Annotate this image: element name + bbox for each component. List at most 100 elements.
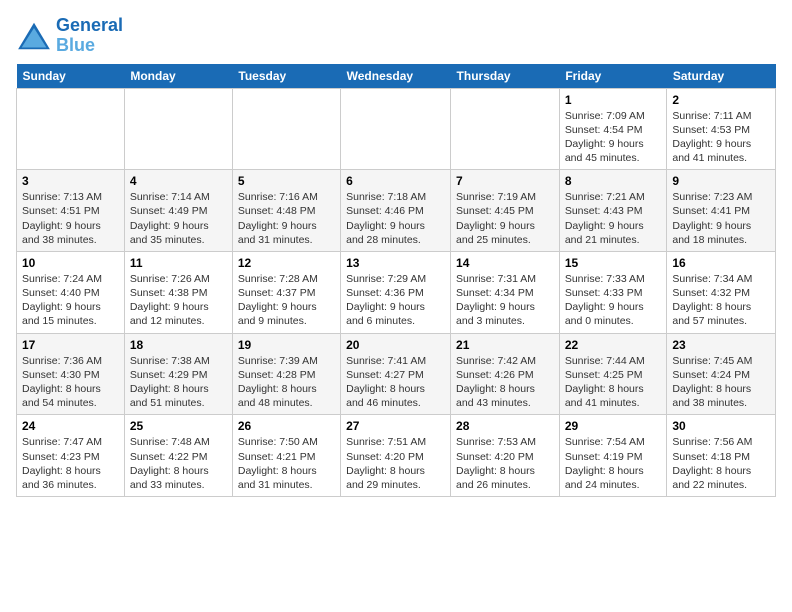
calendar-week-row: 3 Sunrise: 7:13 AM Sunset: 4:51 PM Daylig…: [17, 170, 776, 252]
calendar-cell: 30 Sunrise: 7:56 AM Sunset: 4:18 PM Dayli…: [667, 415, 776, 497]
day-header-tuesday: Tuesday: [232, 64, 340, 89]
day-number: 18: [130, 338, 227, 352]
day-number: 16: [672, 256, 770, 270]
calendar-cell: [124, 88, 232, 170]
calendar-cell: 25 Sunrise: 7:48 AM Sunset: 4:22 PM Dayli…: [124, 415, 232, 497]
day-number: 24: [22, 419, 119, 433]
calendar-cell: 16 Sunrise: 7:34 AM Sunset: 4:32 PM Dayli…: [667, 251, 776, 333]
calendar-cell: 5 Sunrise: 7:16 AM Sunset: 4:48 PM Daylig…: [232, 170, 340, 252]
day-detail: Sunrise: 7:44 AM Sunset: 4:25 PM Dayligh…: [565, 354, 662, 411]
day-number: 13: [346, 256, 445, 270]
calendar-cell: 15Sunrise: 7:33 AM Sunset: 4:33 PM Dayli…: [559, 251, 667, 333]
day-header-saturday: Saturday: [667, 64, 776, 89]
calendar-cell: 23Sunrise: 7:45 AM Sunset: 4:24 PM Dayli…: [667, 333, 776, 415]
day-detail: Sunrise: 7:42 AM Sunset: 4:26 PM Dayligh…: [456, 354, 554, 411]
day-detail: Sunrise: 7:16 AM Sunset: 4:48 PM Dayligh…: [238, 190, 335, 247]
day-detail: Sunrise: 7:29 AM Sunset: 4:36 PM Dayligh…: [346, 272, 445, 329]
day-detail: Sunrise: 7:14 AM Sunset: 4:49 PM Dayligh…: [130, 190, 227, 247]
day-number: 19: [238, 338, 335, 352]
calendar-cell: [451, 88, 560, 170]
day-number: 10: [22, 256, 119, 270]
day-number: 20: [346, 338, 445, 352]
day-number: 5: [238, 174, 335, 188]
day-header-sunday: Sunday: [17, 64, 125, 89]
logo-icon: [16, 21, 52, 51]
day-detail: Sunrise: 7:23 AM Sunset: 4:41 PM Dayligh…: [672, 190, 770, 247]
calendar-cell: 27Sunrise: 7:51 AM Sunset: 4:20 PM Dayli…: [341, 415, 451, 497]
day-detail: Sunrise: 7:56 AM Sunset: 4:18 PM Dayligh…: [672, 435, 770, 492]
calendar-cell: 20 Sunrise: 7:41 AM Sunset: 4:27 PM Dayli…: [341, 333, 451, 415]
day-number: 17: [22, 338, 119, 352]
day-number: 11: [130, 256, 227, 270]
calendar-cell: 24Sunrise: 7:47 AM Sunset: 4:23 PM Dayli…: [17, 415, 125, 497]
day-detail: Sunrise: 7:09 AM Sunset: 4:54 PM Dayligh…: [565, 109, 662, 166]
day-number: 28: [456, 419, 554, 433]
day-number: 15: [565, 256, 662, 270]
calendar-cell: 1 Sunrise: 7:09 AM Sunset: 4:54 PM Daylig…: [559, 88, 667, 170]
calendar-cell: 17 Sunrise: 7:36 AM Sunset: 4:30 PM Dayli…: [17, 333, 125, 415]
calendar-cell: 8 Sunrise: 7:21 AM Sunset: 4:43 PM Daylig…: [559, 170, 667, 252]
calendar-cell: 12 Sunrise: 7:28 AM Sunset: 4:37 PM Dayli…: [232, 251, 340, 333]
day-detail: Sunrise: 7:11 AM Sunset: 4:53 PM Dayligh…: [672, 109, 770, 166]
day-number: 30: [672, 419, 770, 433]
day-detail: Sunrise: 7:39 AM Sunset: 4:28 PM Dayligh…: [238, 354, 335, 411]
calendar-cell: 6 Sunrise: 7:18 AM Sunset: 4:46 PM Daylig…: [341, 170, 451, 252]
day-number: 8: [565, 174, 662, 188]
day-detail: Sunrise: 7:51 AM Sunset: 4:20 PM Dayligh…: [346, 435, 445, 492]
calendar-cell: [232, 88, 340, 170]
calendar-cell: 19 Sunrise: 7:39 AM Sunset: 4:28 PM Dayli…: [232, 333, 340, 415]
day-number: 1: [565, 93, 662, 107]
page-header: GeneralBlue: [16, 16, 776, 56]
day-number: 9: [672, 174, 770, 188]
calendar-cell: 7 Sunrise: 7:19 AM Sunset: 4:45 PM Daylig…: [451, 170, 560, 252]
day-number: 3: [22, 174, 119, 188]
day-detail: Sunrise: 7:31 AM Sunset: 4:34 PM Dayligh…: [456, 272, 554, 329]
logo: GeneralBlue: [16, 16, 123, 56]
calendar-cell: 13 Sunrise: 7:29 AM Sunset: 4:36 PM Dayli…: [341, 251, 451, 333]
calendar-cell: 3 Sunrise: 7:13 AM Sunset: 4:51 PM Daylig…: [17, 170, 125, 252]
day-detail: Sunrise: 7:13 AM Sunset: 4:51 PM Dayligh…: [22, 190, 119, 247]
calendar-cell: 22 Sunrise: 7:44 AM Sunset: 4:25 PM Dayli…: [559, 333, 667, 415]
calendar-cell: 14Sunrise: 7:31 AM Sunset: 4:34 PM Dayli…: [451, 251, 560, 333]
calendar-week-row: 17 Sunrise: 7:36 AM Sunset: 4:30 PM Dayli…: [17, 333, 776, 415]
day-number: 23: [672, 338, 770, 352]
calendar-cell: 11 Sunrise: 7:26 AM Sunset: 4:38 PM Dayli…: [124, 251, 232, 333]
calendar-cell: [341, 88, 451, 170]
day-detail: Sunrise: 7:48 AM Sunset: 4:22 PM Dayligh…: [130, 435, 227, 492]
day-header-thursday: Thursday: [451, 64, 560, 89]
day-detail: Sunrise: 7:18 AM Sunset: 4:46 PM Dayligh…: [346, 190, 445, 247]
calendar-cell: 4Sunrise: 7:14 AM Sunset: 4:49 PM Daylig…: [124, 170, 232, 252]
calendar-cell: 18 Sunrise: 7:38 AM Sunset: 4:29 PM Dayli…: [124, 333, 232, 415]
calendar-cell: 10 Sunrise: 7:24 AM Sunset: 4:40 PM Dayli…: [17, 251, 125, 333]
day-detail: Sunrise: 7:26 AM Sunset: 4:38 PM Dayligh…: [130, 272, 227, 329]
calendar-cell: 29Sunrise: 7:54 AM Sunset: 4:19 PM Dayli…: [559, 415, 667, 497]
day-number: 22: [565, 338, 662, 352]
day-number: 12: [238, 256, 335, 270]
day-header-wednesday: Wednesday: [341, 64, 451, 89]
day-number: 21: [456, 338, 554, 352]
calendar-week-row: 1 Sunrise: 7:09 AM Sunset: 4:54 PM Daylig…: [17, 88, 776, 170]
day-detail: Sunrise: 7:53 AM Sunset: 4:20 PM Dayligh…: [456, 435, 554, 492]
calendar-cell: 2Sunrise: 7:11 AM Sunset: 4:53 PM Daylig…: [667, 88, 776, 170]
day-detail: Sunrise: 7:36 AM Sunset: 4:30 PM Dayligh…: [22, 354, 119, 411]
day-number: 26: [238, 419, 335, 433]
day-header-monday: Monday: [124, 64, 232, 89]
day-number: 7: [456, 174, 554, 188]
calendar-week-row: 10 Sunrise: 7:24 AM Sunset: 4:40 PM Dayli…: [17, 251, 776, 333]
calendar-cell: 28 Sunrise: 7:53 AM Sunset: 4:20 PM Dayli…: [451, 415, 560, 497]
calendar-cell: 9 Sunrise: 7:23 AM Sunset: 4:41 PM Daylig…: [667, 170, 776, 252]
day-detail: Sunrise: 7:24 AM Sunset: 4:40 PM Dayligh…: [22, 272, 119, 329]
day-detail: Sunrise: 7:19 AM Sunset: 4:45 PM Dayligh…: [456, 190, 554, 247]
day-detail: Sunrise: 7:21 AM Sunset: 4:43 PM Dayligh…: [565, 190, 662, 247]
day-detail: Sunrise: 7:34 AM Sunset: 4:32 PM Dayligh…: [672, 272, 770, 329]
day-number: 25: [130, 419, 227, 433]
day-detail: Sunrise: 7:38 AM Sunset: 4:29 PM Dayligh…: [130, 354, 227, 411]
calendar-cell: 21 Sunrise: 7:42 AM Sunset: 4:26 PM Dayli…: [451, 333, 560, 415]
calendar-header-row: SundayMondayTuesdayWednesdayThursdayFrid…: [17, 64, 776, 89]
day-number: 29: [565, 419, 662, 433]
day-number: 6: [346, 174, 445, 188]
day-detail: Sunrise: 7:41 AM Sunset: 4:27 PM Dayligh…: [346, 354, 445, 411]
day-detail: Sunrise: 7:28 AM Sunset: 4:37 PM Dayligh…: [238, 272, 335, 329]
day-detail: Sunrise: 7:50 AM Sunset: 4:21 PM Dayligh…: [238, 435, 335, 492]
calendar-table: SundayMondayTuesdayWednesdayThursdayFrid…: [16, 64, 776, 497]
